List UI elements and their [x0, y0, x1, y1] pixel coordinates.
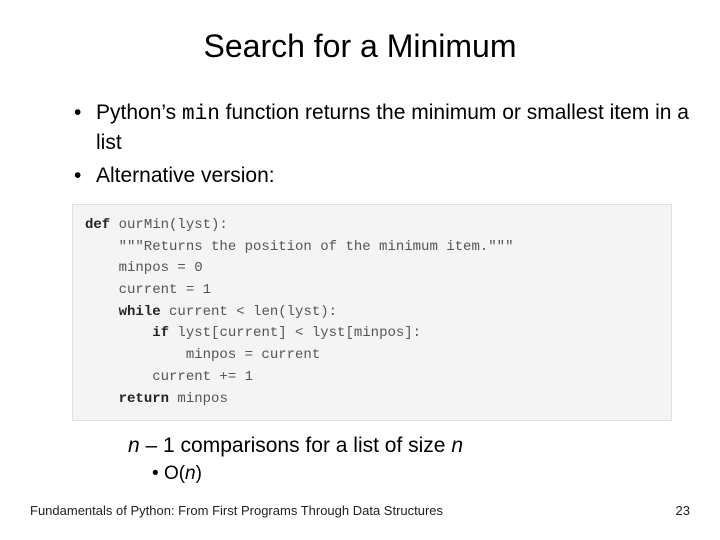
code-l3: minpos = 0	[85, 260, 203, 276]
code-l5c: current < len(lyst):	[161, 304, 337, 320]
code-l8: current += 1	[85, 369, 253, 385]
bigO-post: )	[196, 463, 202, 484]
bullet-1-code: min	[182, 103, 220, 126]
code-l9a	[85, 391, 119, 407]
bullet-2: Alternative version:	[74, 162, 690, 190]
summary-list: n – 1 comparisons for a list of size n	[30, 431, 690, 460]
summary-sublist: O(n)	[30, 463, 690, 485]
bullet-list: Python’s min function returns the minimu…	[30, 99, 690, 190]
code-kw-return: return	[119, 391, 169, 407]
summary-comparisons: n – 1 comparisons for a list of size n	[128, 431, 690, 460]
code-l6c: lyst[current] < lyst[minpos]:	[169, 325, 421, 341]
code-kw-def: def	[85, 217, 110, 233]
code-block: def ourMin(lyst): """Returns the positio…	[72, 204, 672, 421]
bigO-n: n	[185, 463, 196, 484]
page-number: 23	[676, 503, 690, 518]
summary-bigO: O(n)	[152, 463, 690, 485]
summary-mid: – 1 comparisons for a list of size	[140, 434, 452, 457]
summary-n1: n	[128, 434, 140, 457]
footer-text: Fundamentals of Python: From First Progr…	[30, 503, 443, 518]
footer: Fundamentals of Python: From First Progr…	[30, 503, 690, 518]
summary-n2: n	[451, 434, 463, 457]
slide: Search for a Minimum Python’s min functi…	[0, 0, 720, 540]
code-l7: minpos = current	[85, 347, 320, 363]
code-l1b: ourMin(lyst):	[110, 217, 228, 233]
code-l2: """Returns the position of the minimum i…	[85, 239, 513, 255]
code-l9c: minpos	[169, 391, 228, 407]
code-l5a	[85, 304, 119, 320]
code-l4: current = 1	[85, 282, 211, 298]
bigO-pre: O(	[164, 463, 185, 484]
code-kw-while: while	[119, 304, 161, 320]
slide-title: Search for a Minimum	[30, 28, 690, 65]
code-kw-if: if	[152, 325, 169, 341]
bullet-1-text-pre: Python’s	[96, 101, 182, 124]
code-l6a	[85, 325, 152, 341]
bullet-1: Python’s min function returns the minimu…	[74, 99, 690, 158]
